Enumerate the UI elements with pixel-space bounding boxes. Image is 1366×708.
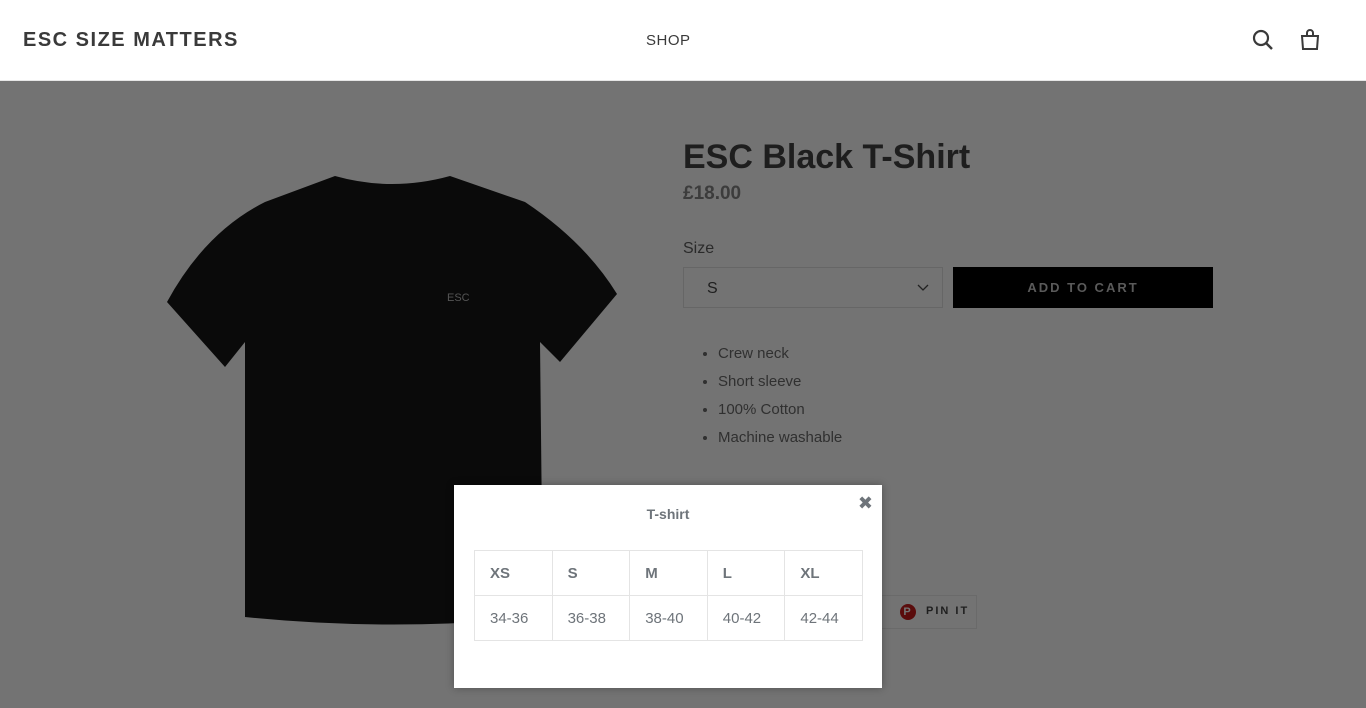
header-cell: XL <box>784 550 863 596</box>
value-cell: 40-42 <box>706 595 786 641</box>
feature-list: Crew neck Short sleeve 100% Cotton Machi… <box>718 340 842 452</box>
header-cell: L <box>706 550 786 596</box>
table-header-row: XS S M L XL <box>474 550 863 596</box>
value-cell: 38-40 <box>629 595 708 641</box>
close-icon[interactable]: ✖ <box>858 493 873 514</box>
cart-icon[interactable] <box>1298 28 1322 52</box>
value-cell: 42-44 <box>784 595 863 641</box>
size-chart-table: XS S M L XL 34-36 36-38 38-40 40-42 42-4… <box>474 550 863 641</box>
shirt-print: ESC <box>447 292 470 304</box>
search-icon[interactable] <box>1251 28 1275 52</box>
header-cell: S <box>551 550 631 596</box>
pin-it-label: PIN IT <box>926 605 970 617</box>
feature-item: Short sleeve <box>718 368 842 396</box>
add-to-cart-button[interactable]: ADD TO CART <box>953 267 1213 308</box>
product-title: ESC Black T-Shirt <box>683 138 971 176</box>
product-price: £18.00 <box>683 183 742 204</box>
header-cell: M <box>629 550 708 596</box>
size-chart-modal: T-shirt ✖ XS S M L XL 34-36 36-38 38-40 … <box>454 485 882 688</box>
nav-shop[interactable]: SHOP <box>646 32 691 49</box>
size-label: Size <box>683 240 715 257</box>
site-logo[interactable]: ESC SIZE MATTERS <box>23 29 239 52</box>
feature-item: 100% Cotton <box>718 396 842 424</box>
size-value: S <box>707 280 718 297</box>
header-cell: XS <box>474 550 553 596</box>
site-header: ESC SIZE MATTERS SHOP <box>0 0 1366 81</box>
value-cell: 34-36 <box>474 595 553 641</box>
table-row: 34-36 36-38 38-40 40-42 42-44 <box>474 595 863 641</box>
feature-item: Crew neck <box>718 340 842 368</box>
size-select[interactable]: S <box>683 267 943 308</box>
modal-title: T-shirt <box>646 506 690 522</box>
pinterest-icon: P <box>900 604 916 620</box>
chevron-down-icon <box>917 284 929 291</box>
value-cell: 36-38 <box>551 595 631 641</box>
feature-item: Machine washable <box>718 424 842 452</box>
